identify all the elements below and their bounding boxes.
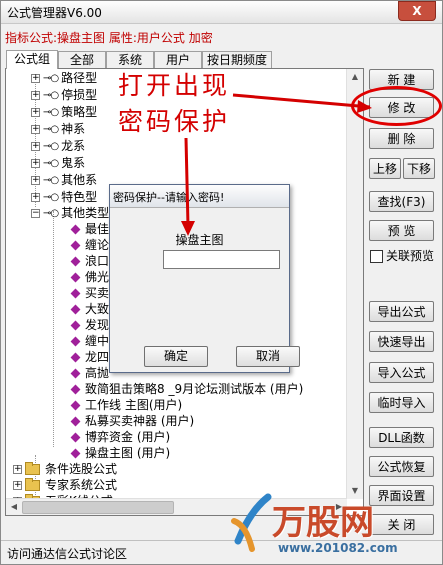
- watermark-brand: 万股网: [272, 503, 374, 543]
- arrow-head-down: [181, 221, 195, 236]
- watermark-logo-icon: [231, 493, 272, 552]
- arrow-to-dialog: [184, 137, 190, 227]
- annotation-arrows: [181, 93, 372, 236]
- watermark-url: www.201082.com: [278, 541, 398, 555]
- arrow-to-modify: [232, 93, 371, 109]
